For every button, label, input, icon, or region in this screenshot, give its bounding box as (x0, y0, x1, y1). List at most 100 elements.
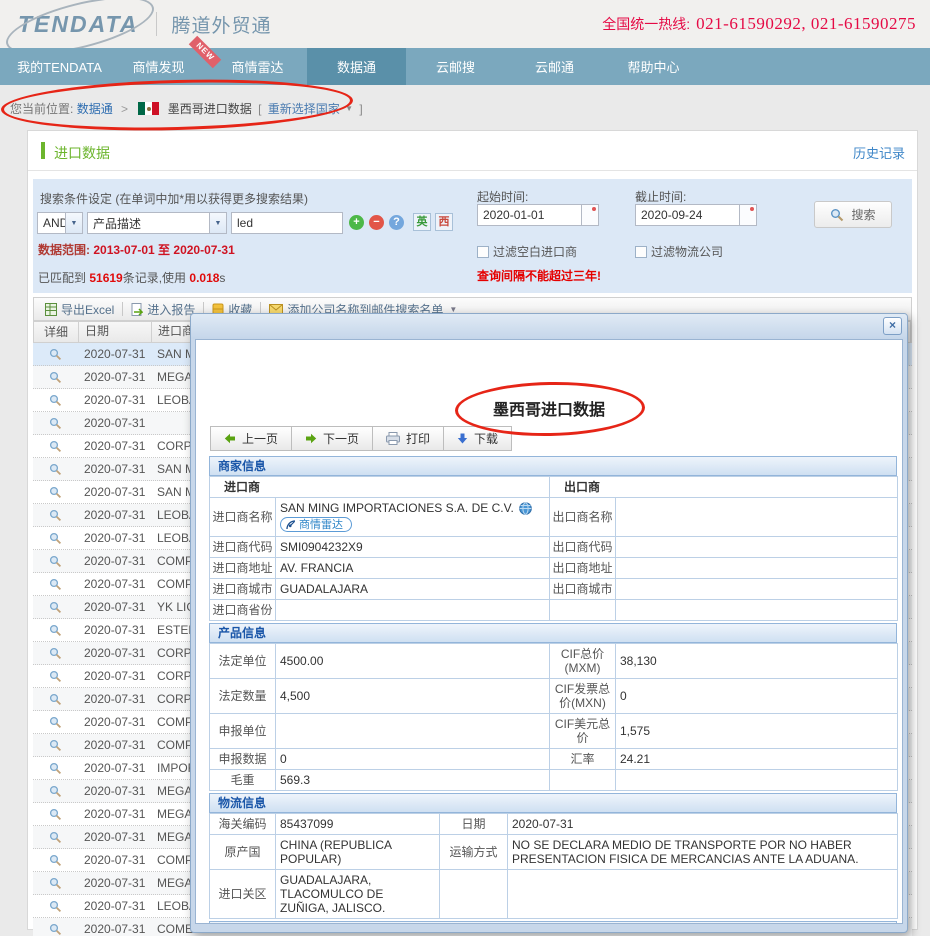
data-range-label: 数据范围: (38, 243, 90, 257)
checkbox-icon[interactable] (477, 246, 489, 258)
logistics-label: 日期 (440, 813, 508, 834)
detail-magnifier-icon[interactable] (33, 394, 78, 407)
product-label: CIF发票总价(MXN) (550, 678, 616, 713)
calendar-icon[interactable] (739, 205, 756, 225)
row-date: 2020-07-31 (78, 347, 151, 361)
spanish-button[interactable]: 西 (435, 213, 453, 231)
checkbox-icon[interactable] (635, 246, 647, 258)
enter-report-label: 进入报告 (147, 301, 195, 318)
help-icon[interactable]: ? (389, 215, 404, 230)
product-value: 4500.00 (276, 643, 550, 678)
logistics-value: 2020-07-31 (508, 813, 898, 834)
detail-sections: 商家信息 进口商 出口商 进口商名称 SAN MING IMPORTACIONE… (209, 456, 897, 924)
detail-magnifier-icon[interactable] (33, 670, 78, 683)
detail-magnifier-icon[interactable] (33, 417, 78, 430)
detail-magnifier-icon[interactable] (33, 831, 78, 844)
globe-icon[interactable] (519, 502, 532, 515)
print-button[interactable]: 打印 (372, 426, 444, 451)
nav-tab[interactable]: 数据通 (307, 48, 406, 85)
remove-condition-icon[interactable]: − (369, 215, 384, 230)
reselect-country-link[interactable]: 重新选择国家 (268, 102, 340, 116)
logistics-value: NO SE DECLARA MEDIO DE TRANSPORTE POR NO… (508, 834, 898, 869)
calendar-icon[interactable] (581, 205, 598, 225)
operator-select[interactable]: AND ▼ (37, 212, 83, 234)
detail-magnifier-icon[interactable] (33, 532, 78, 545)
nav-tab[interactable]: 商情发现 (109, 48, 208, 85)
row-date: 2020-07-31 (78, 853, 151, 867)
download-button[interactable]: 下载 (443, 426, 512, 451)
printer-icon (386, 432, 400, 445)
english-button[interactable]: 英 (413, 213, 431, 231)
keyword-input[interactable] (231, 212, 343, 234)
excel-icon (45, 303, 57, 316)
modal-header[interactable]: × (191, 314, 907, 339)
detail-magnifier-icon[interactable] (33, 555, 78, 568)
search-button[interactable]: 搜索 (814, 201, 892, 228)
history-link[interactable]: 历史记录 (853, 143, 905, 162)
close-icon[interactable]: × (883, 317, 902, 335)
product-label: CIF美元总价 (550, 713, 616, 748)
detail-magnifier-icon[interactable] (33, 877, 78, 890)
detail-magnifier-icon[interactable] (33, 854, 78, 867)
product-value: 4,500 (276, 678, 550, 713)
nav-tab[interactable]: 帮助中心 (604, 48, 703, 85)
detail-magnifier-icon[interactable] (33, 808, 78, 821)
end-date-field[interactable]: 2020-09-24 (635, 204, 757, 226)
add-condition-icon[interactable]: + (349, 215, 364, 230)
download-icon (457, 433, 468, 444)
detail-magnifier-icon[interactable] (33, 578, 78, 591)
importer-name-cell: SAN MING IMPORTACIONES S.A. DE C.V. 商情雷达 (276, 498, 550, 537)
row-date: 2020-07-31 (78, 784, 151, 798)
exporter-name-label: 出口商名称 (550, 498, 616, 537)
detail-magnifier-icon[interactable] (33, 716, 78, 729)
detail-magnifier-icon[interactable] (33, 785, 78, 798)
chevron-down-icon: ▼ (345, 104, 353, 113)
data-range-value: 2013-07-01 至 2020-07-31 (93, 243, 234, 257)
importer-city-label: 进口商城市 (210, 578, 276, 599)
chevron-down-icon[interactable]: ▼ (209, 213, 226, 233)
detail-magnifier-icon[interactable] (33, 693, 78, 706)
logistics-label: 原产国 (210, 834, 276, 869)
importer-code-label: 进口商代码 (210, 536, 276, 557)
nav-tab[interactable]: 我的TENDATA (10, 48, 109, 85)
next-page-button[interactable]: 下一页 (291, 426, 373, 451)
detail-magnifier-icon[interactable] (33, 900, 78, 913)
detail-magnifier-icon[interactable] (33, 509, 78, 522)
chevron-down-icon[interactable]: ▼ (65, 213, 82, 233)
empty-label (550, 599, 616, 620)
logistics-value: 85437099 (276, 813, 440, 834)
importer-address-value: AV. FRANCIA (276, 557, 550, 578)
business-radar-link[interactable]: 商情雷达 (280, 517, 352, 532)
prev-page-button[interactable]: 上一页 (210, 426, 292, 451)
description-section-bar: 描述 (209, 921, 897, 925)
breadcrumb: 您当前位置: 数据通 > 墨西哥进口数据 [ 重新选择国家 ▼ ] (0, 85, 930, 130)
exporter-code-value (616, 536, 898, 557)
start-date-field[interactable]: 2020-01-01 (477, 204, 599, 226)
detail-magnifier-icon[interactable] (33, 601, 78, 614)
detail-magnifier-icon[interactable] (33, 348, 78, 361)
nav-tab[interactable]: 商情雷达 (208, 48, 307, 85)
detail-magnifier-icon[interactable] (33, 440, 78, 453)
modal-title: 墨西哥进口数据 (196, 396, 902, 420)
field-select[interactable]: 产品描述 ▼ (87, 212, 227, 234)
enter-report-button[interactable]: 进入报告 (127, 301, 199, 318)
filter-logistics-checkbox[interactable]: 过滤物流公司 (635, 243, 723, 260)
export-excel-button[interactable]: 导出Excel (41, 301, 118, 318)
detail-magnifier-icon[interactable] (33, 647, 78, 660)
detail-magnifier-icon[interactable] (33, 371, 78, 384)
breadcrumb-prefix: 您当前位置: (10, 102, 73, 116)
nav-tab[interactable]: 云邮搜 (406, 48, 505, 85)
detail-magnifier-icon[interactable] (33, 923, 78, 936)
detail-magnifier-icon[interactable] (33, 486, 78, 499)
filter-blank-importer-checkbox[interactable]: 过滤空白进口商 (477, 243, 577, 260)
detail-magnifier-icon[interactable] (33, 624, 78, 637)
search-title: 搜索条件设定 (在单词中加*用以获得更多搜索结果) (40, 190, 308, 207)
nav-tab[interactable]: 云邮通 (505, 48, 604, 85)
row-date: 2020-07-31 (78, 830, 151, 844)
breadcrumb-link-datahub[interactable]: 数据通 (77, 102, 113, 116)
product-label: 申报数据 (210, 748, 276, 769)
detail-magnifier-icon[interactable] (33, 762, 78, 775)
detail-magnifier-icon[interactable] (33, 463, 78, 476)
detail-magnifier-icon[interactable] (33, 739, 78, 752)
exporter-name-value (616, 498, 898, 537)
